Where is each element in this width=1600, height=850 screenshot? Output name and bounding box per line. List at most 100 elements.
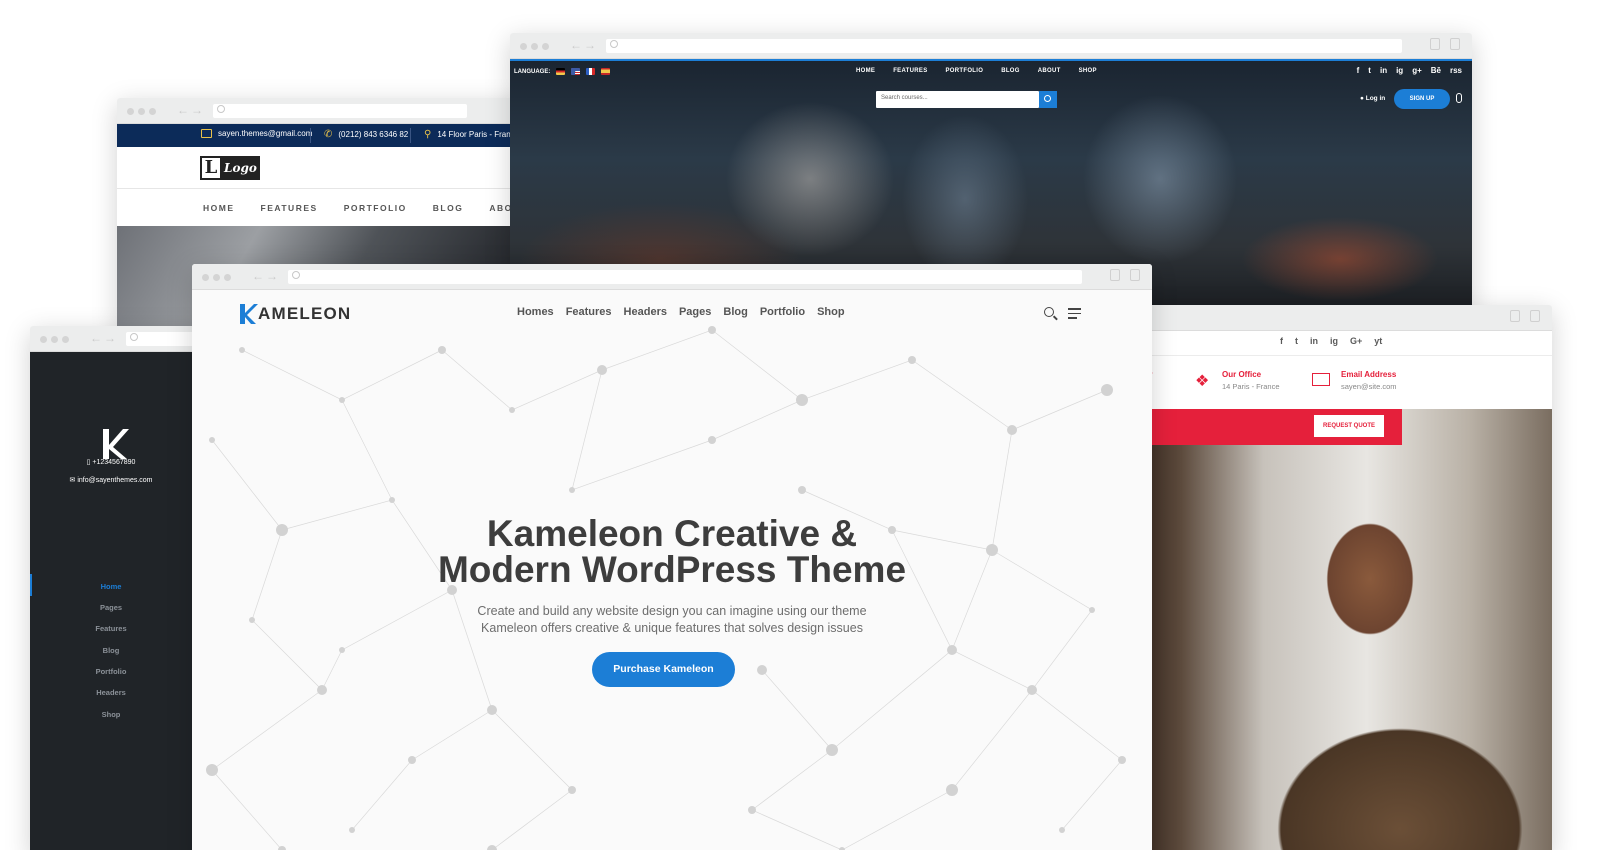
nav-shop[interactable]: SHOP [1079, 68, 1097, 74]
linkedin-icon[interactable]: in [1310, 336, 1318, 346]
nav-about[interactable]: ABOUT [1038, 68, 1061, 74]
login-label: Log in [1365, 95, 1386, 102]
address-bar[interactable] [288, 270, 1082, 284]
search-icon [1044, 95, 1051, 102]
rss-icon[interactable]: rss [1450, 66, 1462, 75]
address-bar[interactable] [213, 104, 467, 118]
search-button[interactable] [1039, 91, 1057, 108]
logo-text: Logo [224, 161, 257, 175]
divider [1140, 355, 1552, 356]
main-nav: HOME FEATURES PORTFOLIO BLOG ABOUT [203, 203, 527, 213]
nav-features[interactable]: FEATURES [893, 68, 927, 74]
language-label: LANGUAGE: [514, 68, 551, 75]
sidebar-item-pages[interactable]: Pages [30, 603, 192, 612]
german-flag-icon[interactable] [556, 68, 566, 75]
nav-pages[interactable]: Pages [679, 306, 711, 318]
twitter-icon[interactable]: t [1295, 336, 1298, 346]
google-plus-icon[interactable]: G+ [1350, 336, 1362, 346]
nav-home[interactable]: HOME [856, 68, 875, 74]
sidebar-item-features[interactable]: Features [30, 624, 192, 633]
divider [117, 188, 537, 189]
address-text: 14 Floor Paris - France [437, 130, 520, 139]
nav-blog[interactable]: Blog [723, 306, 747, 318]
subtitle-line-1: Create and build any website design you … [477, 604, 867, 618]
youtube-icon[interactable]: yt [1374, 336, 1382, 346]
browser-window-main: ←→ AMELEON Homes Features Headers Pages … [192, 264, 1152, 850]
nav-blog[interactable]: BLOG [433, 203, 464, 213]
email-item: sayen.themes@gmail.com [201, 129, 312, 138]
mobile-icon: ▯ [86, 459, 91, 466]
behance-icon[interactable]: Bē [1431, 66, 1441, 75]
nav-homes[interactable]: Homes [517, 306, 554, 318]
french-flag-icon[interactable] [586, 68, 596, 75]
instagram-icon[interactable]: ig [1330, 336, 1338, 346]
google-plus-icon[interactable]: g+ [1412, 66, 1422, 75]
browser-chrome: ←→ [510, 33, 1472, 59]
microphone-icon[interactable] [1456, 93, 1462, 103]
search-placeholder: Search courses... [881, 95, 928, 101]
contact-topbar: sayen.themes@gmail.com ✆ (0212) 843 6346 … [117, 124, 537, 147]
nav-shop[interactable]: Shop [817, 306, 845, 318]
search-icon [292, 271, 300, 279]
nav-portfolio[interactable]: PORTFOLIO [946, 68, 984, 74]
nav-headers[interactable]: Headers [624, 306, 667, 318]
divider [310, 128, 311, 143]
nav-portfolio[interactable]: PORTFOLIO [344, 203, 407, 213]
course-search-input[interactable]: Search courses... [876, 91, 1039, 108]
email-text: info@sayenthemes.com [77, 477, 153, 484]
twitter-icon[interactable]: t [1368, 66, 1371, 75]
nav-portfolio[interactable]: Portfolio [760, 306, 805, 318]
address-bar[interactable] [606, 39, 1402, 53]
window-dots [40, 336, 69, 343]
window-dots [127, 108, 156, 115]
site-logo[interactable]: L Logo [200, 156, 260, 180]
sidebar-email: ✉ info@sayenthemes.com [30, 476, 192, 484]
hero-photo [1140, 409, 1552, 850]
address-item: ⚲ 14 Floor Paris - France [424, 129, 519, 140]
k-logo-icon[interactable] [99, 427, 129, 461]
search-icon[interactable] [1044, 307, 1054, 317]
nav-arrows-icon[interactable]: ←→ [570, 38, 598, 52]
nav-home[interactable]: HOME [203, 203, 235, 213]
purchase-button[interactable]: Purchase Kameleon [592, 652, 735, 687]
nav-arrows-icon[interactable]: ←→ [90, 331, 118, 345]
us-flag-icon[interactable] [571, 68, 581, 75]
share-icon[interactable] [1110, 269, 1120, 281]
nav-features[interactable]: FEATURES [261, 203, 318, 213]
phone-item: ✆ (0212) 843 6346 82 [324, 129, 408, 140]
address-bar[interactable] [126, 332, 200, 346]
sidebar-item-headers[interactable]: Headers [30, 688, 192, 697]
email-sub: sayen@site.com [1341, 382, 1397, 391]
sidebar-item-home[interactable]: Home [30, 582, 192, 591]
tabs-icon[interactable] [1530, 310, 1540, 322]
share-icon[interactable] [1510, 310, 1520, 322]
instagram-icon[interactable]: ig [1396, 66, 1403, 75]
login-link[interactable]: ● Log in [1360, 95, 1385, 102]
envelope-icon: ✉ [69, 477, 76, 484]
share-icon[interactable] [1430, 38, 1440, 50]
nav-arrows-icon[interactable]: ←→ [177, 103, 205, 117]
spanish-flag-icon[interactable] [601, 68, 611, 75]
nav-arrows-icon[interactable]: ←→ [252, 269, 280, 283]
hero-headline: Kameleon Creative & Modern WordPress The… [192, 515, 1152, 588]
facebook-icon[interactable]: f [1280, 336, 1283, 346]
menu-icon[interactable] [1068, 308, 1081, 322]
request-quote-button[interactable]: REQUEST QUOTE [1314, 415, 1384, 437]
sidebar: ▯ +1234567890 ✉ info@sayenthemes.com Hom… [30, 352, 192, 850]
nav-blog[interactable]: BLOG [1001, 68, 1020, 74]
brand-logo[interactable]: AMELEON [240, 304, 351, 324]
sidebar-item-blog[interactable]: Blog [30, 646, 192, 655]
phone-text: (0212) 843 6346 82 [338, 130, 409, 139]
tabs-icon[interactable] [1450, 38, 1460, 50]
sidebar-item-portfolio[interactable]: Portfolio [30, 667, 192, 676]
nav-features[interactable]: Features [566, 306, 612, 318]
sidebar-item-shop[interactable]: Shop [30, 710, 192, 719]
window-dots [202, 274, 231, 281]
envelope-icon [201, 129, 212, 138]
tabs-icon[interactable] [1130, 269, 1140, 281]
facebook-icon[interactable]: f [1357, 66, 1360, 75]
signup-button[interactable]: SIGN UP [1394, 89, 1450, 109]
linkedin-icon[interactable]: in [1380, 66, 1387, 75]
social-links: f t in ig g+ Bē rss [1357, 66, 1462, 75]
search-icon [610, 40, 618, 48]
